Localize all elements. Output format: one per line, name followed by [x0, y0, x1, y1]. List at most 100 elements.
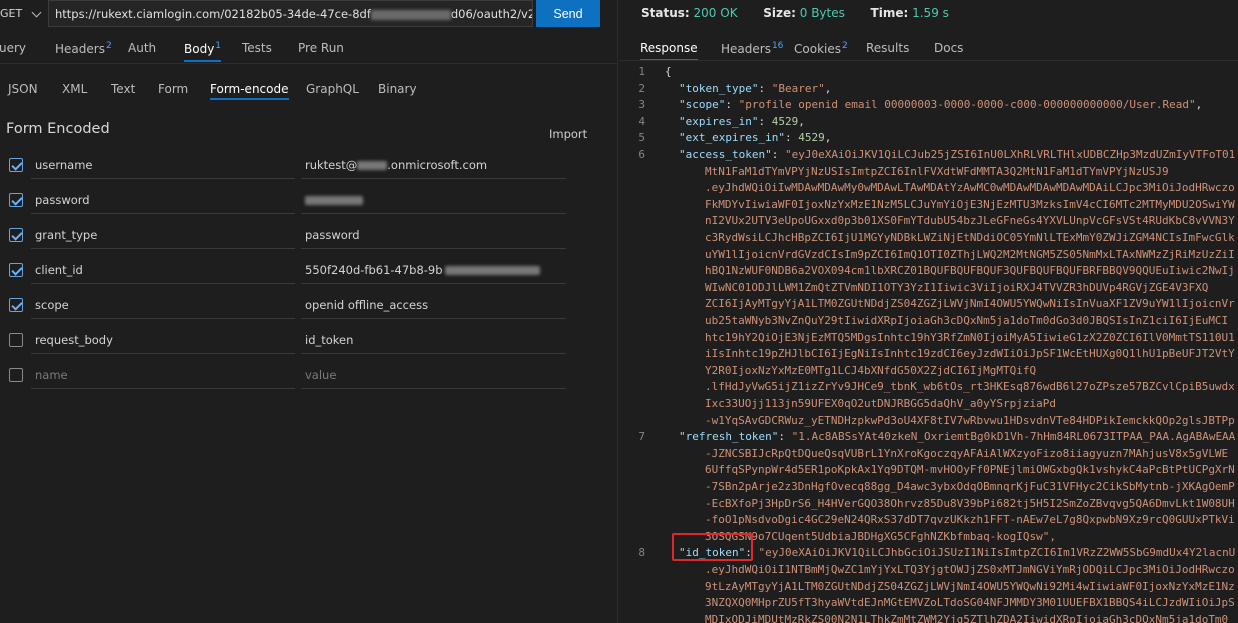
field-enabled-checkbox[interactable]	[9, 158, 23, 172]
size-value: 0 Bytes	[799, 6, 845, 20]
form-row-client-id: client_id 550f240d-fb61-47b8-9b	[0, 253, 618, 288]
body-tab-binary[interactable]: Binary	[378, 82, 417, 96]
tab-auth[interactable]: Auth	[128, 41, 156, 55]
token-continuation-line: -JZNCSBIJcRpQtDQueQsqVUBrL1YnXroKgoczqyA…	[705, 446, 1229, 460]
tab-results[interactable]: Results	[866, 41, 909, 55]
new-field-value-input[interactable]: value	[301, 362, 566, 389]
tabs-divider	[0, 63, 618, 64]
response-headers-badge: 16	[771, 41, 784, 51]
token-continuation-line: c3RydWsiLCJhcHBpZCI6IjU1MGYyNDBkLWZiNjEt…	[705, 231, 1235, 244]
field-enabled-checkbox[interactable]	[9, 298, 23, 312]
url-input[interactable]: https://rukext.ciamlogin.com/02182b05-34…	[48, 0, 533, 27]
tab-query[interactable]: uery	[0, 41, 26, 55]
line-number: 1	[638, 65, 645, 78]
token-continuation-line: -7SBn2pArje2z3DnHgfOvecq88gg_D4awc3ybxOd…	[705, 480, 1235, 493]
url-bar: GET https://rukext.ciamlogin.com/02182b0…	[0, 0, 618, 27]
redacted-value	[305, 196, 363, 205]
field-enabled-checkbox[interactable]	[9, 228, 23, 242]
token-continuation-line: 9tLzAyMTgyYjA1LTM0ZGUtNDdjZS04ZGZjLWVjNm…	[705, 579, 1235, 593]
form-row-username: username ruktest@ .onmicrosoft.com	[0, 148, 618, 183]
form-row-grant-type: grant_type password	[0, 218, 618, 253]
tab-tests[interactable]: Tests	[242, 41, 272, 55]
body-type-tabs: JSON XML Text Form Form-encode GraphQL B…	[0, 82, 618, 102]
token-continuation-line: -w1YqSAvGDCRWuz_yETNDHzpkwPd3oU4XF8tIV7w…	[705, 413, 1235, 427]
new-field-name-input[interactable]: name	[31, 362, 295, 389]
field-name-input[interactable]: request_body	[31, 327, 295, 354]
field-enabled-checkbox[interactable]	[9, 333, 23, 347]
token-continuation-line: ZCI6IjAyMTgyYjA1LTM0ZGUtNDdjZS04ZGZjLWVj…	[705, 297, 1235, 311]
send-button[interactable]: Send	[536, 0, 600, 27]
url-suffix: d06/oauth2/v2.0/token	[450, 7, 532, 21]
url-redacted	[370, 9, 451, 20]
token-continuation-line: .eyJhdWQiOiI1NTBmMjQwZC1mYjYxLTQ3YjgtOWJ…	[705, 563, 1235, 576]
field-name-input[interactable]: scope	[31, 292, 295, 319]
request-pane: GET https://rukext.ciamlogin.com/02182b0…	[0, 0, 618, 623]
token-continuation-line: .lfHdJyVwG5ijZ1izZrYv9JHCe9_tbnK_wb6tOs_…	[705, 380, 1235, 394]
import-button[interactable]: Import	[549, 127, 587, 141]
field-value-input[interactable]: 550f240d-fb61-47b8-9b	[301, 257, 566, 284]
body-tab-text[interactable]: Text	[111, 82, 135, 96]
token-continuation-line: Ixc33UOjj113jn59UFEX0qO2utDNJRBGG5daQhV_…	[705, 397, 1056, 410]
token-continuation-line: Y2R0IjoxNzYxMzE0MTg1LCJ4bXNfdG50X2ZjdCI6…	[705, 363, 1037, 377]
tab-pre-run[interactable]: Pre Run	[298, 41, 344, 55]
field-value-input[interactable]	[301, 187, 566, 214]
time-label: Time:	[870, 6, 909, 20]
form-row-password: password	[0, 183, 618, 218]
tab-docs[interactable]: Docs	[934, 41, 963, 55]
field-value-input[interactable]: id_token	[301, 327, 566, 354]
token-continuation-line: uYW1lIjoicnVrdGVzdCIsIm9pZCI6ImQ1OTI0ZTh…	[705, 247, 1235, 261]
token-continuation-line: hBQ1NzWUF0NDB6a2VOX094cm1lbXRCZ01BQUFBQU…	[705, 264, 1235, 278]
token-continuation-line: FkMDYvIiwiaWF0IjoxNzYxMzE1NzM5LCJuYmYiOj…	[705, 197, 1235, 211]
token-continuation-line: htc19hY2QiOjE3NjEzMTQ5MDgsInhtc19hY3RfZm…	[705, 330, 1235, 344]
chevron-down-icon	[31, 7, 42, 18]
status-value: 200 OK	[693, 6, 738, 20]
tab-response[interactable]: Response	[640, 41, 698, 61]
request-tabs: uery Headers2 Auth Body1 Tests Pre Run	[0, 36, 618, 62]
field-value-input[interactable]: password	[301, 222, 566, 249]
tab-response-headers[interactable]: Headers16	[721, 41, 783, 56]
response-tabs-divider	[619, 60, 1238, 61]
method-label: GET	[0, 7, 23, 20]
json-line-id-token: "id_token": "eyJ0eXAiOiJKV1QiLCJhbGciOiJ…	[679, 546, 1236, 560]
tab-body[interactable]: Body1	[184, 41, 222, 62]
field-enabled-checkbox[interactable]	[9, 193, 23, 207]
tab-headers[interactable]: Headers2	[55, 41, 112, 56]
redacted-value	[357, 161, 388, 170]
json-line-access-token: "access_token": "eyJ0eXAiOiJKV1QiLCJub25…	[679, 148, 1236, 161]
field-value-input[interactable]: ruktest@ .onmicrosoft.com	[301, 152, 566, 179]
token-continuation-line: WIwNC01ODJlLWM1ZmQtZTVmNDI1OTY3YzI1Iiwic…	[705, 280, 1209, 294]
body-tab-graphql[interactable]: GraphQL	[306, 82, 359, 96]
response-pane: Status: 200 OK Size: 0 Bytes Time: 1.59 …	[619, 0, 1238, 623]
form-row-scope: scope openid offline_access	[0, 288, 618, 323]
token-continuation-line: MDIxODJiMDUtMzRkZS00N2N1LThkZmMtZWM2Yjg5…	[705, 612, 1229, 623]
token-continuation-line: 3OSQGSN9o7CUqent5UdbiaJBDHgXG5CFghNZKbfm…	[705, 529, 1056, 543]
body-tab-form[interactable]: Form	[158, 82, 188, 96]
body-tab-json[interactable]: JSON	[8, 82, 38, 96]
body-tab-xml[interactable]: XML	[62, 82, 87, 96]
form-row-new: name value	[0, 358, 618, 393]
field-name-input[interactable]: grant_type	[31, 222, 295, 249]
body-tab-form-encode[interactable]: Form-encode	[210, 82, 289, 100]
body-count-badge: 1	[215, 41, 222, 51]
tab-cookies[interactable]: Cookies2	[794, 41, 848, 56]
field-value-input[interactable]: openid offline_access	[301, 292, 566, 319]
field-name-input[interactable]: username	[31, 152, 295, 179]
field-enabled-checkbox[interactable]	[9, 263, 23, 277]
response-status-bar: Status: 200 OK Size: 0 Bytes Time: 1.59 …	[641, 6, 949, 20]
json-line-expires-in: "expires_in": 4529,	[679, 114, 805, 128]
time-value: 1.59 s	[912, 6, 949, 20]
field-name-input[interactable]: password	[31, 187, 295, 214]
method-select[interactable]: GET	[0, 0, 44, 27]
token-continuation-line: -foO1pNsdvoDgic4GC29eN24QRxS37dDT7qvzUKk…	[705, 513, 1235, 527]
field-enabled-checkbox[interactable]	[9, 368, 23, 382]
headers-count-badge: 2	[105, 41, 112, 51]
field-name-input[interactable]: client_id	[31, 257, 295, 284]
json-line-refresh-token: "refresh_token": "1.Ac8ABSsYAt40zkeN_Oxr…	[679, 430, 1236, 444]
response-tabs: Response Headers16 Cookies2 Results Docs	[619, 36, 1238, 62]
json-line-scope: "scope": "profile openid email 00000003-…	[679, 98, 1203, 112]
json-line-token-type: "token_type": "Bearer",	[679, 81, 832, 95]
id-token-key: "id_token"	[679, 546, 746, 560]
token-continuation-line: 3NZQXQ0MHprZU5fT3hyaWVtdEJnMGtEMVZoLTdoS…	[705, 596, 1235, 610]
token-continuation-line: iIsInhtc19pZHJlbCI6IjEgNiIsInhtc19zdCI6e…	[705, 347, 1235, 361]
form-row-request-body: request_body id_token	[0, 323, 618, 358]
